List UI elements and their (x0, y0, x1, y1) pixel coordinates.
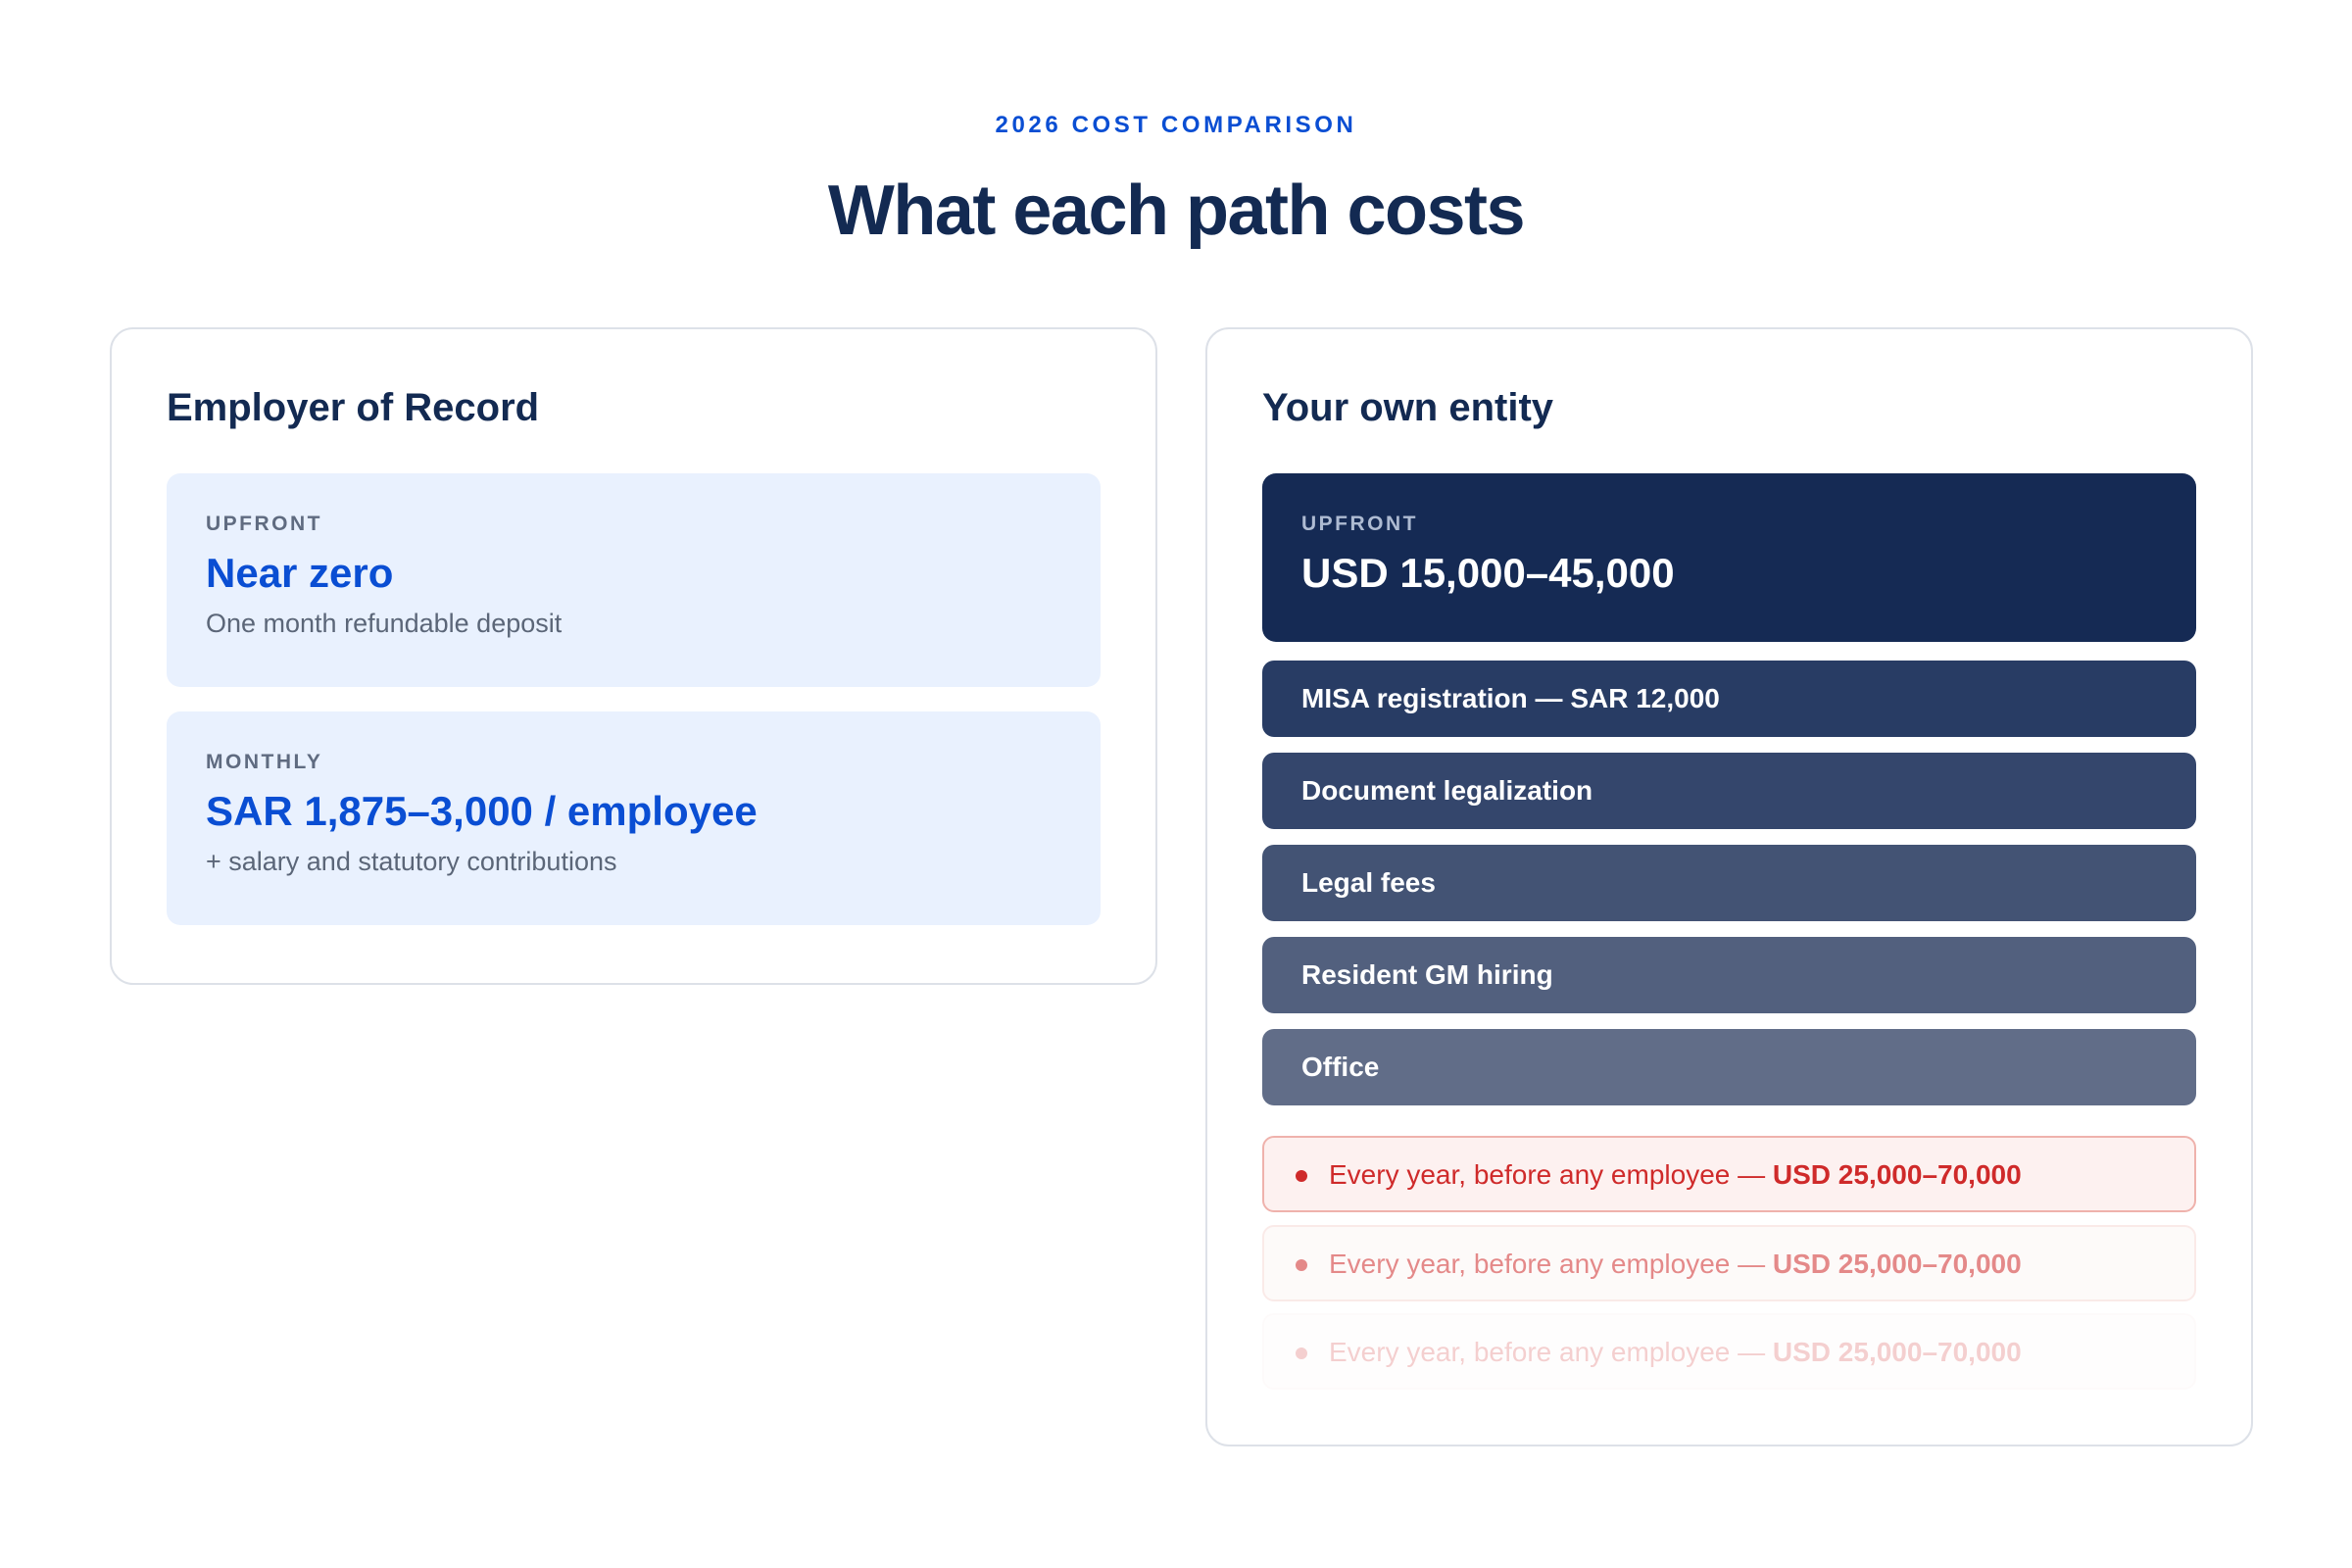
section-eyebrow: 2026 COST COMPARISON (995, 112, 1357, 138)
entity-card: Your own entity UPFRONT USD 15,000–45,00… (1205, 327, 2253, 1446)
recurring-cost-text: Every year, before any employee — (1329, 1337, 1773, 1367)
recurring-cost-amount: USD 25,000–70,000 (1772, 1337, 2022, 1367)
eor-upfront-note: One month refundable deposit (206, 609, 563, 638)
recurring-cost-amount: USD 25,000–70,000 (1772, 1159, 2022, 1190)
cost-item-misa: MISA registration — SAR 12,000 (1262, 661, 2196, 737)
recurring-cost-alert-echo: Every year, before any employee — USD 25… (1262, 1225, 2196, 1301)
eor-monthly-label: MONTHLY (206, 751, 323, 773)
recurring-cost-amount: USD 25,000–70,000 (1772, 1249, 2022, 1279)
recurring-cost-text: Every year, before any employee — (1329, 1249, 1773, 1279)
recurring-cost-text: Every year, before any employee — (1329, 1159, 1773, 1190)
eor-monthly-value: SAR 1,875–3,000 / employee (206, 788, 758, 834)
eor-upfront-label: UPFRONT (206, 513, 322, 535)
page-title: What each path costs (827, 172, 1526, 250)
cost-item-legal-fees: Legal fees (1262, 845, 2196, 921)
cost-item-gm-hiring: Resident GM hiring (1262, 937, 2196, 1013)
eor-upfront-box: UPFRONT Near zero One month refundable d… (167, 473, 1101, 687)
alert-dot-icon (1296, 1259, 1307, 1271)
eor-card-title: Employer of Record (167, 386, 540, 429)
eor-monthly-box: MONTHLY SAR 1,875–3,000 / employee + sal… (167, 711, 1101, 925)
entity-upfront-label: UPFRONT (1301, 513, 1418, 535)
alert-dot-icon (1296, 1170, 1307, 1182)
recurring-cost-alert: Every year, before any employee — USD 25… (1262, 1136, 2196, 1212)
eor-monthly-note: + salary and statutory contributions (206, 847, 617, 876)
entity-upfront-value: USD 15,000–45,000 (1301, 550, 1675, 596)
entity-upfront-box: UPFRONT USD 15,000–45,000 (1262, 473, 2196, 642)
recurring-cost-alert-echo: Every year, before any employee — USD 25… (1262, 1313, 2196, 1390)
eor-card: Employer of Record UPFRONT Near zero One… (110, 327, 1157, 985)
cost-item-legalization: Document legalization (1262, 753, 2196, 829)
alert-dot-icon (1296, 1348, 1307, 1359)
page: 2026 COST COMPARISON What each path cost… (0, 0, 2352, 1568)
entity-card-title: Your own entity (1262, 386, 1554, 429)
eor-upfront-value: Near zero (206, 550, 394, 596)
cost-item-office: Office (1262, 1029, 2196, 1105)
